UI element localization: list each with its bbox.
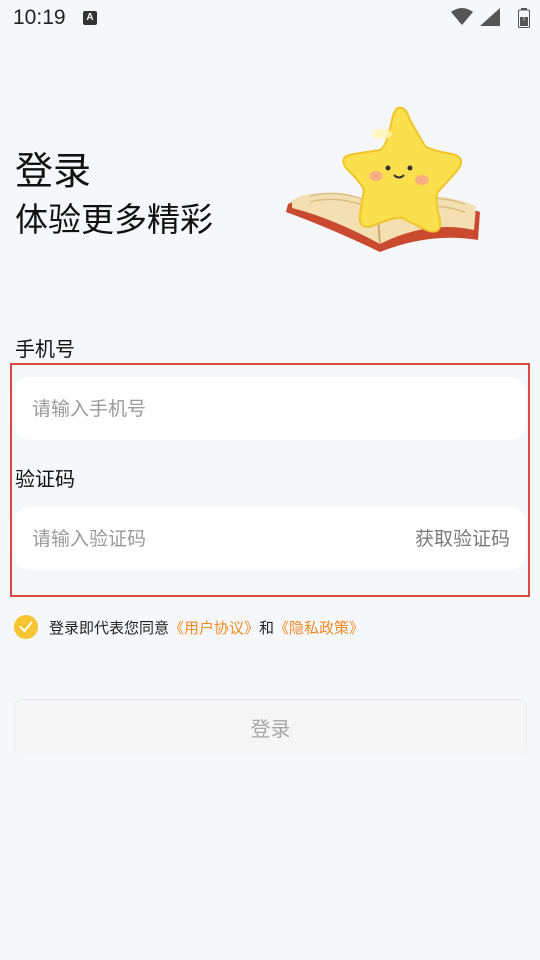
login-button[interactable]: 登录 — [14, 699, 527, 755]
status-time: 10:19 — [13, 6, 66, 29]
phone-label: 手机号 — [15, 337, 75, 361]
checkmark-icon — [19, 621, 33, 632]
svg-text:!: ! — [523, 16, 525, 23]
phone-input[interactable] — [32, 377, 392, 440]
battery-icon: ! — [518, 8, 530, 28]
privacy-policy-link[interactable]: 《隐私政策》 — [274, 617, 364, 638]
agreement-row: 登录即代表您同意 《用户协议》 和 《隐私政策》 — [14, 614, 364, 640]
signal-icon — [480, 8, 500, 26]
agreement-prefix: 登录即代表您同意 — [49, 618, 170, 637]
page-subtitle: 体验更多精彩 — [15, 200, 213, 239]
get-code-button[interactable]: 获取验证码 — [415, 525, 510, 553]
agreement-checkbox[interactable] — [14, 615, 38, 639]
user-agreement-link[interactable]: 《用户协议》 — [169, 617, 259, 638]
notification-icon: A — [83, 11, 97, 25]
code-label: 验证码 — [15, 467, 75, 491]
code-input[interactable] — [32, 507, 332, 570]
page-title: 登录 — [15, 149, 92, 193]
wifi-icon — [451, 8, 473, 25]
phone-field — [14, 377, 526, 440]
status-bar: 10:19 A ! — [0, 0, 540, 36]
agreement-conjunction: 和 — [259, 618, 275, 637]
star-on-book-illustration — [286, 106, 480, 252]
code-field: 获取验证码 — [14, 507, 526, 570]
